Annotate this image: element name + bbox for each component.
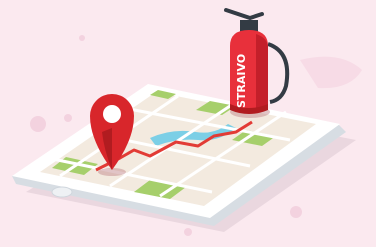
phone-map-illustration: STRAIVO [12,8,362,236]
extinguisher-brand-label: STRAIVO [235,54,248,108]
decor-blob [300,56,362,89]
decor-dot [30,116,46,132]
illustration-scene: STRAIVO [0,0,376,247]
decor-dot [290,206,302,218]
decor-dot [64,114,72,122]
fire-extinguisher-icon: STRAIVO [224,8,290,118]
home-button [51,186,73,198]
decor-dot [79,35,85,41]
decor-dot [184,228,192,236]
